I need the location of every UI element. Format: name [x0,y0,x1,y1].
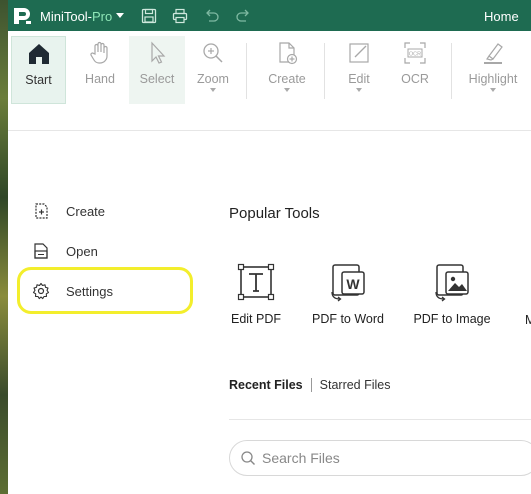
tool-label: PDF to Word [311,312,384,326]
pdf-to-image-icon [435,264,469,302]
app-name-prefix: MiniTool- [40,9,93,24]
tabs-divider-line [229,419,531,420]
create-button[interactable]: Create [259,36,315,104]
nav-item-label: Create [66,203,106,219]
app-name: MiniTool-Pro [40,9,112,24]
tool-label: PDF to Image [413,312,491,326]
hand-button-label: Hand [85,72,115,86]
select-button-label: Select [139,72,175,86]
highlighter-icon [484,43,503,64]
hand-icon [90,41,108,64]
zoom-button[interactable]: Zoom [188,36,238,104]
ribbon-divider [324,43,325,99]
tab-recent-files[interactable]: Recent Files [229,378,303,392]
tab-home[interactable]: Home [473,6,531,28]
cursor-arrow-icon [151,41,166,64]
app-menu-chevron-down-icon[interactable] [116,13,124,18]
nav-item-open[interactable]: Open [20,234,190,268]
edit-chevron-down-icon [356,88,362,92]
start-button-label: Start [25,73,52,87]
edit-pen-icon [349,43,369,63]
tab-starred-files[interactable]: Starred Files [320,378,391,392]
tool-pdf-to-word[interactable]: W PDF to Word [303,262,393,326]
home-icon [28,44,49,64]
select-button[interactable]: Select [129,36,185,104]
ocr-icon: OCR [404,42,426,64]
start-button[interactable]: Start [11,36,66,104]
zoom-chevron-down-icon [210,88,216,92]
pdf-to-word-icon: W [331,264,365,302]
zoom-in-icon [203,43,223,63]
create-file-icon [35,203,48,219]
open-file-icon [34,243,48,259]
settings-highlight-annotation [17,267,193,314]
create-document-icon [279,42,298,65]
ribbon-divider [246,43,247,99]
tool-pdf-to-image[interactable]: PDF to Image [407,262,497,326]
tab-divider [310,378,312,392]
nav-item-create[interactable]: Create [20,194,190,228]
ocr-button-label: OCR [401,72,429,86]
search-input[interactable] [262,450,502,466]
ribbon-toolbar: Start Hand Select Zoom Create Edit OCR O… [8,31,531,131]
zoom-button-label: Zoom [197,72,229,86]
svg-text:W: W [346,276,360,292]
hand-button[interactable]: Hand [74,36,126,104]
app-name-edition: Pro [92,9,113,24]
highlight-chevron-down-icon [490,88,496,92]
app-window: MiniTool-Pro Home Start Hand Select Zoom… [8,0,531,494]
file-tabs: Recent Files Starred Files [229,378,391,392]
svg-text:OCR: OCR [409,52,421,58]
text-edit-icon [237,263,275,301]
highlight-button[interactable]: Highlight [463,36,523,104]
search-box[interactable] [229,440,531,476]
search-icon [241,451,255,465]
ribbon-divider [451,43,452,99]
tool-label: Edit PDF [230,312,281,326]
undo-icon[interactable] [204,8,220,24]
tool-edit-pdf[interactable]: Edit PDF [211,262,301,326]
create-button-label: Create [268,72,306,86]
ocr-button[interactable]: OCR OCR [390,36,440,104]
popular-tools-title: Popular Tools [229,205,320,222]
desktop-background [0,0,8,494]
nav-item-label: Open [66,243,98,259]
save-icon[interactable] [141,8,157,24]
redo-icon[interactable] [235,8,251,24]
tool-more-label[interactable]: M [525,313,531,327]
print-icon[interactable] [172,8,188,24]
edit-button-label: Edit [348,72,370,86]
create-chevron-down-icon [284,88,290,92]
minitool-logo-icon[interactable] [11,6,33,26]
highlight-button-label: Highlight [468,72,518,86]
title-bar: MiniTool-Pro Home [8,0,531,31]
edit-button[interactable]: Edit [334,36,384,104]
